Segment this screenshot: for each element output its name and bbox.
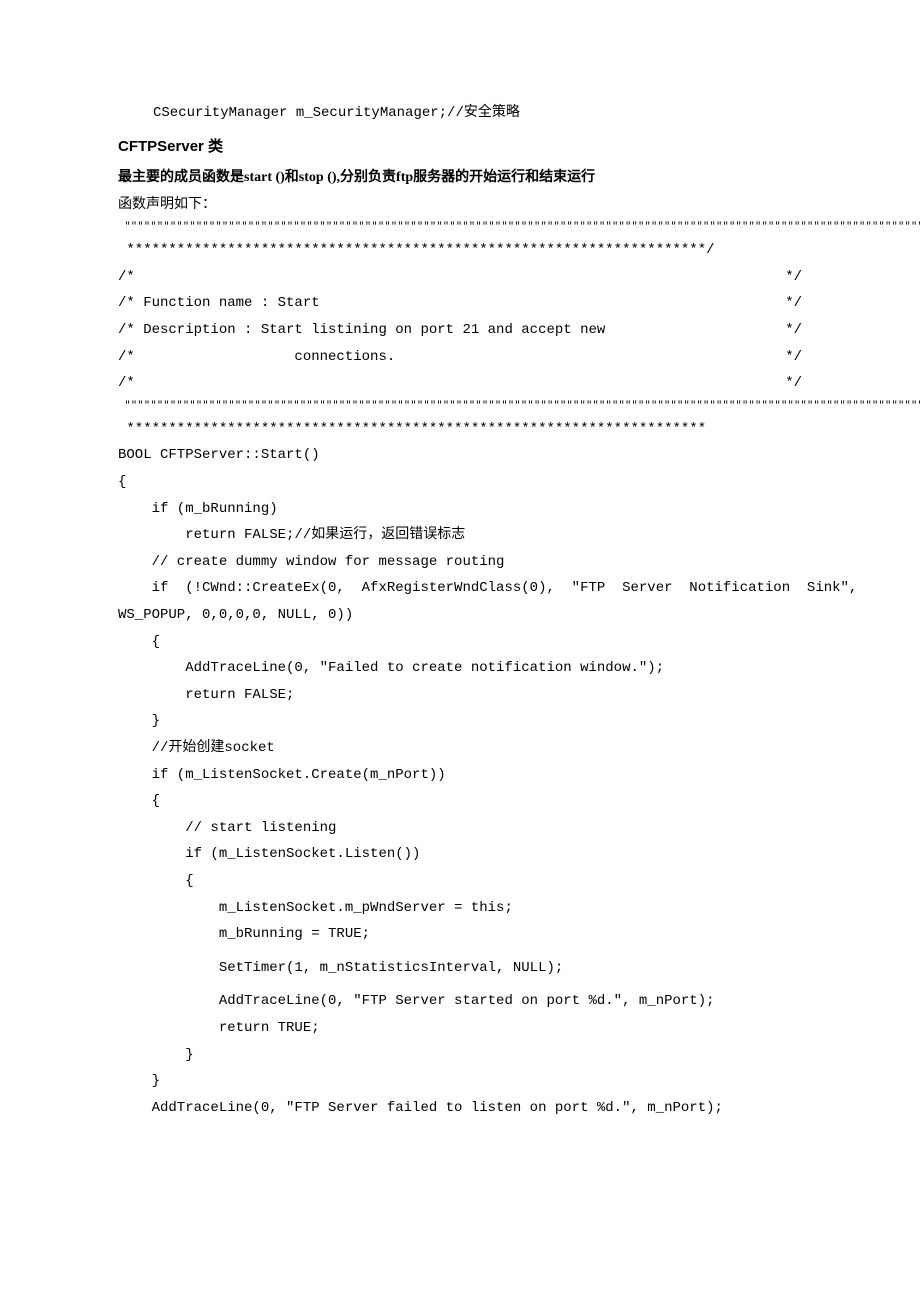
code-line: { (118, 868, 802, 895)
comment-right: */ (785, 264, 802, 291)
code-line: return TRUE; (118, 1015, 802, 1042)
code-line: { (118, 469, 802, 496)
code-line: } (118, 1042, 802, 1069)
code-line: if (m_ListenSocket.Create(m_nPort)) (118, 762, 802, 789)
comment-row: /* */ (118, 370, 802, 397)
comment-row: /* Description : Start listining on port… (118, 317, 802, 344)
code-line: return FALSE; (118, 682, 802, 709)
comment-row: /* connections. */ (118, 344, 802, 371)
comment-row: /* Function name : Start */ (118, 290, 802, 317)
code-line: WS_POPUP, 0,0,0,0, NULL, 0)) (118, 602, 802, 629)
code-line: SetTimer(1, m_nStatisticsInterval, NULL)… (118, 955, 802, 982)
code-line: AddTraceLine(0, "FTP Server started on p… (118, 988, 802, 1015)
code-line: m_bRunning = TRUE; (118, 921, 802, 948)
comment-right: */ (785, 370, 802, 397)
code-line: if (m_ListenSocket.Listen()) (118, 841, 802, 868)
code-line: if (!CWnd::CreateEx(0, AfxRegisterWndCla… (118, 575, 802, 602)
code-line: m_ListenSocket.m_pWndServer = this; (118, 895, 802, 922)
decl-label: 函数声明如下： (118, 192, 802, 219)
top-declaration: CSecurityManager m_SecurityManager;//安全策… (118, 100, 802, 127)
code-line: if (m_bRunning) (118, 496, 802, 523)
comment-border-top-quotes: """"""""""""""""""""""""""""""""""""""""… (118, 218, 802, 237)
comment-left: /* (118, 264, 135, 291)
code-line: } (118, 1068, 802, 1095)
comment-border-bottom-quotes: """"""""""""""""""""""""""""""""""""""""… (118, 397, 802, 416)
code-line: // start listening (118, 815, 802, 842)
comment-row: /* */ (118, 264, 802, 291)
code-line: BOOL CFTPServer::Start() (118, 442, 802, 469)
comment-right: */ (785, 290, 802, 317)
section-heading: CFTPServer 类 (118, 133, 802, 162)
comment-left: /* (118, 370, 135, 397)
comment-left: /* Description : Start listining on port… (118, 317, 605, 344)
code-line: //开始创建socket (118, 735, 802, 762)
comment-right: */ (785, 317, 802, 344)
code-line: return FALSE;//如果运行，返回错误标志 (118, 522, 802, 549)
code-line: // create dummy window for message routi… (118, 549, 802, 576)
comment-left: /* connections. (118, 344, 395, 371)
code-line: } (118, 708, 802, 735)
code-line: { (118, 788, 802, 815)
code-line: { (118, 629, 802, 656)
code-line: AddTraceLine(0, "FTP Server failed to li… (118, 1095, 802, 1122)
comment-right: */ (785, 344, 802, 371)
comment-border-top-stars: ****************************************… (118, 237, 802, 264)
section-description: 最主要的成员函数是start ()和stop (),分别负责ftp服务器的开始运… (118, 165, 802, 192)
code-line: AddTraceLine(0, "Failed to create notifi… (118, 655, 802, 682)
page-content: CSecurityManager m_SecurityManager;//安全策… (0, 0, 920, 1201)
comment-border-bottom-stars: ****************************************… (118, 416, 802, 443)
comment-left: /* Function name : Start (118, 290, 320, 317)
